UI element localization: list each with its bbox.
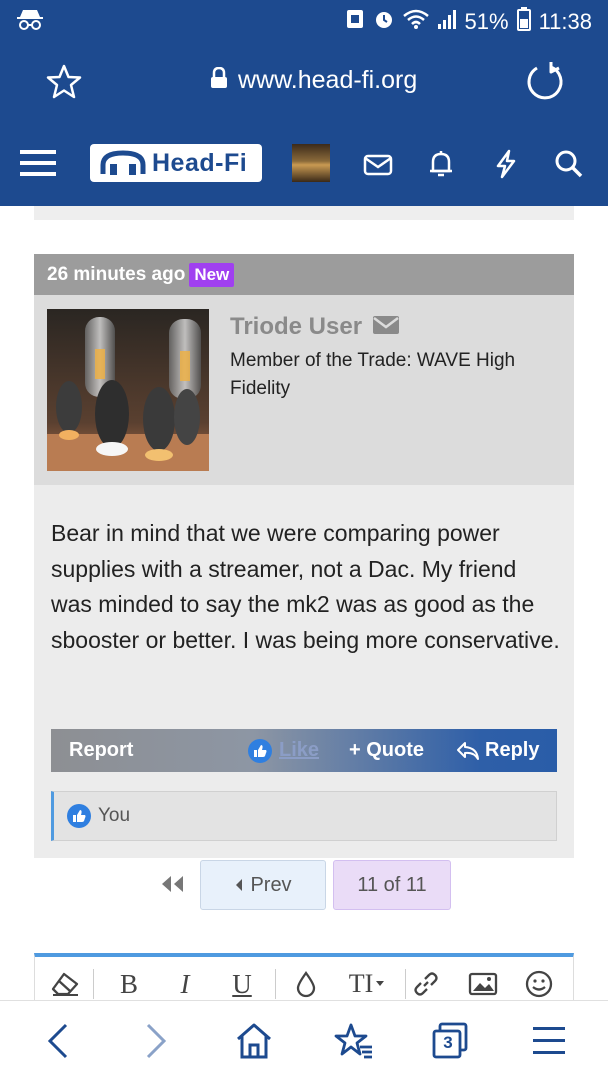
user-title: Member of the Trade: WAVE High Fidelity — [230, 350, 516, 399]
username[interactable]: Triode User — [230, 313, 362, 341]
prev-label: Prev — [250, 873, 292, 896]
pagination: Prev 11 of 11 — [0, 858, 608, 914]
like-label: Like — [279, 739, 320, 761]
bold-button[interactable]: B — [113, 967, 145, 1001]
bookmarks-icon[interactable] — [334, 1021, 374, 1061]
post-action-bar: Report Like + Quote Reply — [51, 729, 557, 772]
user-avatar[interactable] — [292, 144, 330, 182]
mail-icon[interactable] — [362, 148, 394, 180]
reply-label: Reply — [485, 739, 540, 761]
reply-button[interactable]: Reply — [456, 739, 539, 762]
toolbar-divider — [405, 969, 406, 999]
text-size-label: TI — [348, 969, 374, 998]
forward-icon[interactable] — [134, 1021, 174, 1061]
lock-icon — [210, 66, 228, 94]
reply-icon — [457, 741, 479, 760]
mail-icon[interactable] — [372, 314, 400, 341]
post-message: Bear in mind that we were comparing powe… — [51, 520, 560, 653]
thumbs-up-icon — [248, 738, 272, 763]
browser-url-bar: www.head-fi.org — [0, 40, 608, 126]
post: 26 minutes ago New Triode User Member of… — [34, 254, 574, 858]
tabs-icon[interactable]: 3 — [430, 1021, 470, 1061]
underline-button[interactable]: U — [226, 967, 258, 1001]
url-text: www.head-fi.org — [238, 66, 418, 94]
post-timestamp[interactable]: 26 minutes ago — [47, 264, 185, 286]
star-icon[interactable] — [44, 62, 84, 102]
back-icon[interactable] — [40, 1021, 80, 1061]
bolt-icon[interactable] — [490, 148, 522, 180]
browser-bottom-nav: 3 — [0, 1000, 608, 1080]
address-field[interactable]: www.head-fi.org — [210, 66, 417, 95]
chevron-down-icon — [376, 981, 385, 986]
chevron-left-icon — [236, 879, 243, 891]
menu-icon[interactable] — [20, 146, 58, 180]
site-logo[interactable]: Head-Fi — [90, 144, 262, 182]
site-header: Head-Fi — [0, 126, 608, 206]
username-row: Triode User — [230, 313, 400, 341]
user-block: Triode User Member of the Trade: WAVE Hi… — [34, 295, 574, 485]
reply-editor-toolbar: B I U TI — [34, 953, 574, 1003]
search-icon[interactable] — [553, 148, 585, 180]
logo-text: Head-Fi — [152, 148, 248, 177]
new-badge: New — [189, 262, 235, 287]
poster-avatar[interactable] — [47, 309, 209, 471]
wifi-icon — [402, 8, 429, 36]
headphones-logo-icon — [100, 150, 146, 175]
battery-icon — [516, 7, 531, 37]
italic-button[interactable]: I — [169, 967, 201, 1001]
first-page-icon[interactable] — [158, 872, 186, 896]
home-icon[interactable] — [234, 1021, 274, 1061]
clock: 11:38 — [538, 9, 592, 34]
post-header: 26 minutes ago New — [34, 254, 574, 295]
toolbar-divider — [275, 969, 276, 999]
current-page-button[interactable]: 11 of 11 — [333, 860, 451, 910]
alarm-icon — [373, 8, 395, 36]
battery-percent: 51% — [464, 9, 509, 34]
tab-count: 3 — [443, 1033, 453, 1052]
color-icon[interactable] — [290, 967, 322, 1001]
eraser-icon[interactable] — [49, 967, 81, 1001]
toolbar-divider — [93, 969, 94, 999]
like-button[interactable]: Like — [248, 738, 320, 763]
text-size-button[interactable]: TI — [337, 967, 397, 1001]
image-icon[interactable] — [467, 967, 499, 1001]
incognito-icon — [16, 8, 44, 37]
thumbs-up-icon — [67, 804, 91, 828]
reload-icon[interactable] — [524, 60, 566, 102]
screenshot-icon — [345, 8, 365, 36]
quote-button[interactable]: + Quote — [349, 739, 424, 762]
previous-post-edge — [34, 206, 574, 220]
vacuum-tubes-image — [47, 309, 209, 471]
link-icon[interactable] — [410, 967, 442, 1001]
bell-icon[interactable] — [425, 148, 457, 180]
signal-icon — [437, 8, 457, 36]
menu-icon[interactable] — [530, 1021, 570, 1061]
likes-text: You — [98, 805, 131, 826]
report-button[interactable]: Report — [69, 739, 133, 762]
status-bar: 51% 11:38 — [0, 0, 608, 40]
prev-page-button[interactable]: Prev — [200, 860, 326, 910]
likes-summary[interactable]: You — [51, 791, 557, 841]
smiley-icon[interactable] — [523, 967, 555, 1001]
